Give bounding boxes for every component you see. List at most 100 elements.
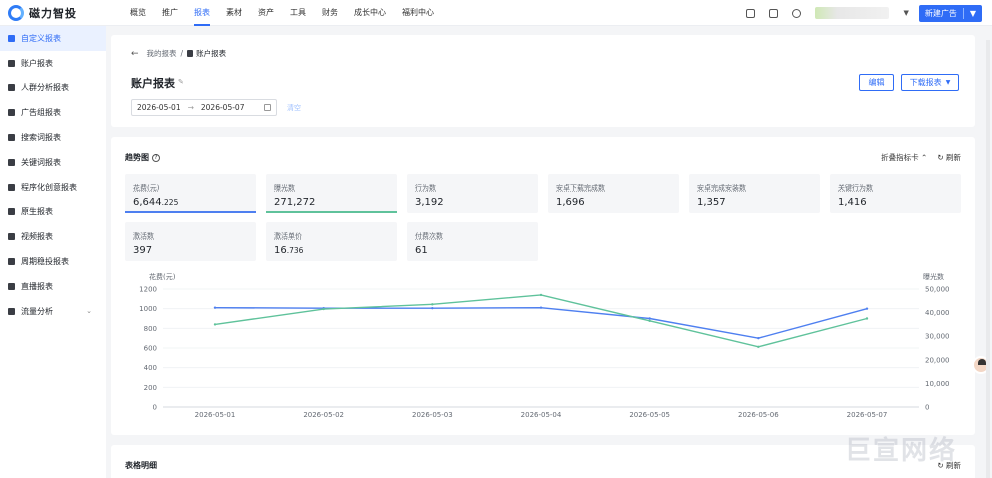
chevron-down-icon[interactable]: ▼ bbox=[970, 9, 976, 18]
new-ad-button[interactable]: 新建广告 ▼ bbox=[918, 4, 982, 22]
brand-logo[interactable]: 磁力智投 bbox=[8, 4, 108, 21]
data-point bbox=[213, 306, 217, 309]
sidebar-item-label: 自定义报表 bbox=[21, 33, 61, 43]
top-navbar: 磁力智投 概览 推广 报表 素材 资产 工具 财务 成长中心 福利中心 ▼ 新建广告 ▼ bbox=[0, 0, 992, 26]
x-tick: 2026-05-04 bbox=[521, 411, 562, 419]
y-tick-right: 0 bbox=[925, 404, 929, 412]
message-icon[interactable] bbox=[769, 8, 779, 18]
brand-name: 磁力智投 bbox=[29, 6, 77, 20]
creative-icon bbox=[8, 183, 15, 191]
chevron-down-icon[interactable]: ⌄ bbox=[86, 307, 92, 315]
data-point bbox=[539, 293, 543, 297]
data-point bbox=[322, 307, 325, 311]
y-tick-left: 400 bbox=[144, 364, 157, 372]
sidebar-item[interactable]: 账户报表 bbox=[0, 51, 106, 76]
logo-icon bbox=[8, 4, 24, 21]
notification-icon[interactable] bbox=[746, 8, 756, 18]
calendar-icon[interactable] bbox=[264, 104, 271, 111]
nav-item[interactable]: 资产 bbox=[250, 0, 282, 26]
date-range-picker[interactable]: 2026-05-01 → 2026-05-07 bbox=[131, 99, 277, 116]
y-axis-right-title: 曝光数 bbox=[923, 272, 944, 281]
keyword-icon bbox=[8, 158, 15, 166]
page-title: 账户报表 bbox=[131, 77, 175, 90]
help-icon[interactable] bbox=[792, 8, 802, 18]
sidebar-item-label: 原生报表 bbox=[21, 207, 53, 217]
report-header-card: ← 我的报表 / 账户报表 账户报表 ✎ 2026-05-01 → 2026-0… bbox=[111, 35, 975, 127]
data-point bbox=[757, 336, 760, 340]
folder-icon bbox=[8, 109, 15, 117]
series-line-1 bbox=[214, 294, 868, 348]
back-arrow-icon[interactable]: ← bbox=[131, 49, 139, 59]
sidebar-item[interactable]: 人群分析报表 bbox=[0, 76, 106, 101]
y-tick-right: 10,000 bbox=[925, 380, 950, 388]
y-tick-left: 0 bbox=[153, 404, 157, 412]
data-point bbox=[431, 303, 434, 306]
nav-item[interactable]: 福利中心 bbox=[394, 0, 442, 26]
nav-item[interactable]: 工具 bbox=[282, 0, 314, 26]
sidebar-item[interactable]: 程序化创意报表 bbox=[0, 175, 106, 200]
watermark-logo: 巨宣网络 bbox=[845, 436, 958, 466]
sidebar-item-label: 人群分析报表 bbox=[21, 83, 69, 93]
top-actions: ▼ 新建广告 ▼ bbox=[732, 0, 982, 26]
data-point bbox=[213, 323, 217, 326]
download-report-button[interactable]: 下载报表 ▼ bbox=[901, 74, 959, 91]
sidebar-item[interactable]: 直播报表 bbox=[0, 274, 106, 299]
clear-link[interactable]: 清空 bbox=[287, 103, 301, 113]
main-nav: 概览 推广 报表 素材 资产 工具 财务 成长中心 福利中心 bbox=[122, 0, 442, 26]
trend-line-chart: 花费(元) 曝光数 0 200 400 600 800 1000 1200 0 10,000 20,0… bbox=[139, 272, 950, 419]
breadcrumb: ← 我的报表 / 账户报表 bbox=[131, 48, 226, 59]
sidebar-item[interactable]: 广告组报表 bbox=[0, 100, 106, 125]
sidebar-item-label: 关键词报表 bbox=[21, 157, 61, 167]
date-start[interactable]: 2026-05-01 bbox=[137, 103, 181, 112]
sidebar-item[interactable]: 搜索词报表 bbox=[0, 125, 106, 150]
report-icon bbox=[187, 50, 194, 57]
sidebar: 自定义报表账户报表人群分析报表 广告组报表搜索词报表关键词报表程序化创意报表 原生报… bbox=[0, 26, 106, 478]
sidebar-item[interactable]: 视频报表 bbox=[0, 224, 106, 249]
sidebar-item-label: 周期稳投报表 bbox=[21, 257, 69, 267]
edit-button[interactable]: 编辑 bbox=[859, 74, 894, 91]
sidebar-item-label: 搜索词报表 bbox=[21, 133, 61, 143]
search-report-icon bbox=[8, 134, 15, 142]
y-tick-left: 1000 bbox=[139, 305, 157, 313]
sidebar-item-label: 广告组报表 bbox=[21, 108, 61, 118]
y-tick-right: 40,000 bbox=[925, 309, 950, 317]
arrow-right-icon: → bbox=[187, 103, 194, 112]
account-avatar[interactable] bbox=[815, 7, 890, 19]
sidebar-item-label: 程序化创意报表 bbox=[21, 182, 77, 192]
y-tick-left: 600 bbox=[144, 345, 157, 353]
sidebar-item[interactable]: 原生报表 bbox=[0, 200, 106, 225]
sidebar-item[interactable]: 关键词报表 bbox=[0, 150, 106, 175]
page-scrollbar[interactable] bbox=[986, 40, 990, 478]
x-tick: 2026-05-05 bbox=[629, 411, 670, 419]
data-point bbox=[431, 306, 434, 310]
sidebar-item-label: 流量分析 bbox=[21, 306, 53, 316]
data-point bbox=[757, 345, 760, 349]
breadcrumb-root[interactable]: 我的报表 bbox=[147, 48, 177, 59]
trend-card: 趋势图? 折叠指标卡 ⌃ ↻ 刷新 花费(元) 6,644.225 曝光数 271,2… bbox=[111, 137, 975, 435]
nav-item[interactable]: 概览 bbox=[122, 0, 154, 26]
nav-item[interactable]: 成长中心 bbox=[346, 0, 394, 26]
data-point bbox=[648, 317, 651, 320]
nav-item[interactable]: 报表 bbox=[186, 0, 218, 26]
nav-item[interactable]: 财务 bbox=[314, 0, 346, 26]
detail-title: 表格明细 bbox=[125, 461, 157, 470]
date-end[interactable]: 2026-05-07 bbox=[201, 103, 245, 112]
breadcrumb-current: 账户报表 bbox=[196, 49, 227, 58]
new-ad-label: 新建广告 bbox=[924, 8, 957, 18]
live-icon bbox=[8, 282, 15, 290]
nav-item[interactable]: 推广 bbox=[154, 0, 186, 26]
edit-title-icon[interactable]: ✎ bbox=[178, 78, 184, 86]
sidebar-item[interactable]: 周期稳投报表 bbox=[0, 249, 106, 274]
x-tick: 2026-05-06 bbox=[738, 411, 779, 419]
y-tick-right: 30,000 bbox=[925, 333, 950, 341]
series-line-0 bbox=[214, 306, 868, 339]
sidebar-item[interactable]: 自定义报表 bbox=[0, 26, 106, 51]
account-dropdown-icon[interactable]: ▼ bbox=[903, 9, 908, 17]
data-point bbox=[865, 317, 869, 320]
data-point bbox=[648, 319, 651, 323]
download-label: 下载报表 bbox=[909, 78, 942, 87]
sidebar-item-label: 直播报表 bbox=[21, 281, 53, 291]
nav-item[interactable]: 素材 bbox=[218, 0, 250, 26]
sidebar-item[interactable]: 流量分析 ⌄ bbox=[0, 299, 106, 324]
crowd-icon bbox=[8, 84, 15, 92]
